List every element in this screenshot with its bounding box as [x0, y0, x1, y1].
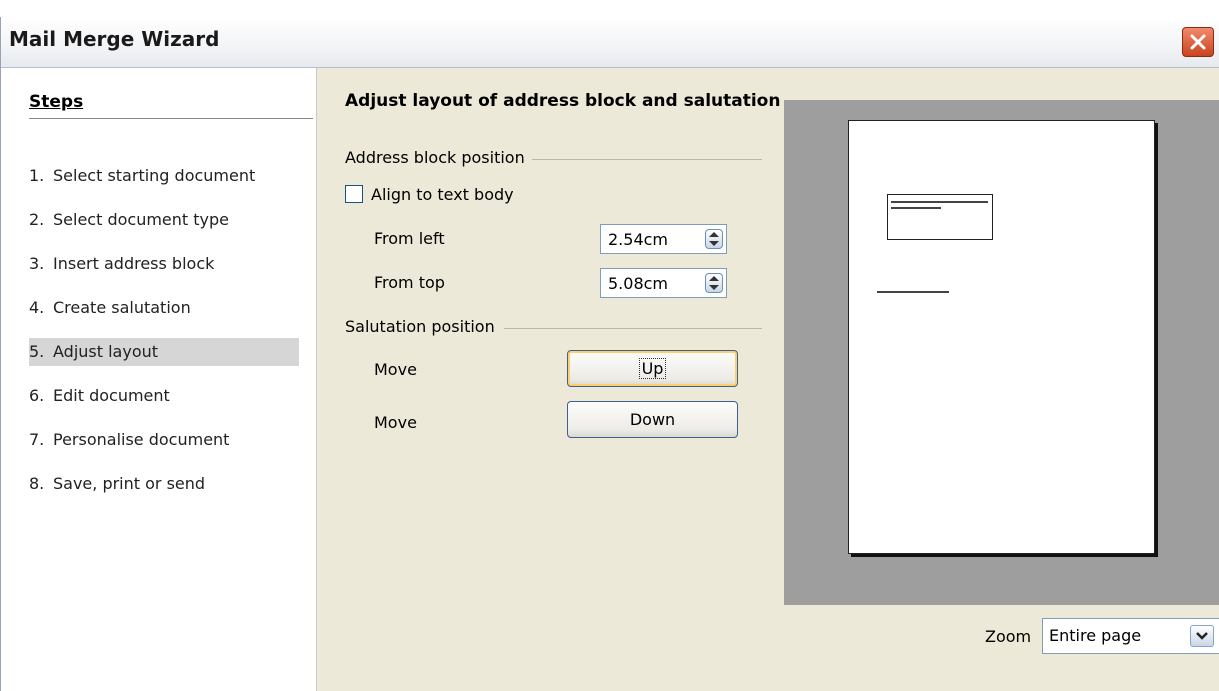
- move-down-button-label: Down: [629, 410, 676, 429]
- address-text-line: [891, 201, 988, 203]
- close-button[interactable]: [1182, 27, 1214, 57]
- zoom-select[interactable]: Entire page: [1042, 618, 1219, 654]
- step-label: Create salutation: [53, 298, 191, 317]
- from-left-label: From left: [374, 229, 445, 248]
- step-label: Personalise document: [53, 430, 230, 449]
- preview-page: [848, 120, 1155, 554]
- align-to-text-body-checkbox[interactable]: [345, 185, 363, 203]
- step-number: 1.: [29, 166, 45, 185]
- step-item[interactable]: 2. Select document type: [29, 206, 299, 234]
- from-top-value[interactable]: 5.08cm: [608, 274, 668, 293]
- step-label: Adjust layout: [53, 342, 159, 361]
- step-item[interactable]: 4. Create salutation: [29, 294, 299, 322]
- chevron-down-icon: [1196, 632, 1208, 640]
- from-top-label: From top: [374, 273, 445, 292]
- step-item[interactable]: 8. Save, print or send: [29, 470, 299, 498]
- address-text-line: [891, 207, 941, 209]
- title-bar: Mail Merge Wizard: [1, 17, 1219, 68]
- address-block-group-label: Address block position: [345, 148, 531, 167]
- from-top-spinbox[interactable]: 5.08cm: [600, 268, 727, 298]
- step-number: 6.: [29, 386, 45, 405]
- salutation-group-label: Salutation position: [345, 317, 501, 336]
- steps-pane: Steps 1. Select starting document 2. Select…: [1, 68, 317, 691]
- align-to-text-body-row[interactable]: Align to text body: [345, 184, 514, 208]
- move-label: Move: [374, 413, 417, 432]
- preview-address-block: [887, 194, 993, 240]
- move-up-button-label: Up: [638, 358, 667, 379]
- align-to-text-body-label: Align to text body: [371, 185, 514, 204]
- from-left-value[interactable]: 2.54cm: [608, 230, 668, 249]
- spin-up-icon: [709, 232, 719, 237]
- move-down-button[interactable]: Down: [567, 401, 738, 438]
- step-item[interactable]: 3. Insert address block: [29, 250, 299, 278]
- step-label: Insert address block: [53, 254, 215, 273]
- move-label: Move: [374, 360, 417, 379]
- steps-header: Steps: [29, 92, 313, 119]
- step-item[interactable]: 6. Edit document: [29, 382, 299, 410]
- mail-merge-dialog: Mail Merge Wizard Steps 1. Select startin…: [0, 17, 1219, 691]
- group-divider: [504, 328, 762, 329]
- step-number: 5.: [29, 342, 45, 361]
- spin-down-icon: [709, 241, 719, 246]
- step-label: Save, print or send: [53, 474, 206, 493]
- dialog-title: Mail Merge Wizard: [9, 27, 220, 51]
- page-title: Adjust layout of address block and salut…: [345, 91, 781, 111]
- step-label: Select starting document: [53, 166, 256, 185]
- step-label: Select document type: [53, 210, 229, 229]
- main-pane: Adjust layout of address block and salut…: [317, 68, 1219, 691]
- from-left-spinbox[interactable]: 2.54cm: [600, 224, 727, 254]
- step-number: 8.: [29, 474, 45, 493]
- layout-preview: [784, 100, 1219, 605]
- preview-salutation-line: [877, 291, 949, 293]
- step-item[interactable]: 1. Select starting document: [29, 162, 299, 190]
- spin-up-icon: [709, 276, 719, 281]
- step-item[interactable]: 7. Personalise document: [29, 426, 299, 454]
- from-left-spin-button[interactable]: [705, 229, 723, 249]
- step-number: 3.: [29, 254, 45, 273]
- zoom-selected-value[interactable]: Entire page: [1049, 626, 1141, 645]
- step-number: 2.: [29, 210, 45, 229]
- move-up-button[interactable]: Up: [567, 350, 738, 387]
- from-top-spin-button[interactable]: [705, 273, 723, 293]
- zoom-dropdown-button[interactable]: [1190, 625, 1214, 647]
- zoom-label: Zoom: [985, 627, 1032, 646]
- step-label: Edit document: [53, 386, 170, 405]
- group-divider: [532, 159, 762, 160]
- step-number: 7.: [29, 430, 45, 449]
- spin-down-icon: [709, 285, 719, 290]
- step-item[interactable]: 5. Adjust layout: [29, 338, 299, 366]
- close-icon: [1190, 34, 1206, 50]
- step-number: 4.: [29, 298, 45, 317]
